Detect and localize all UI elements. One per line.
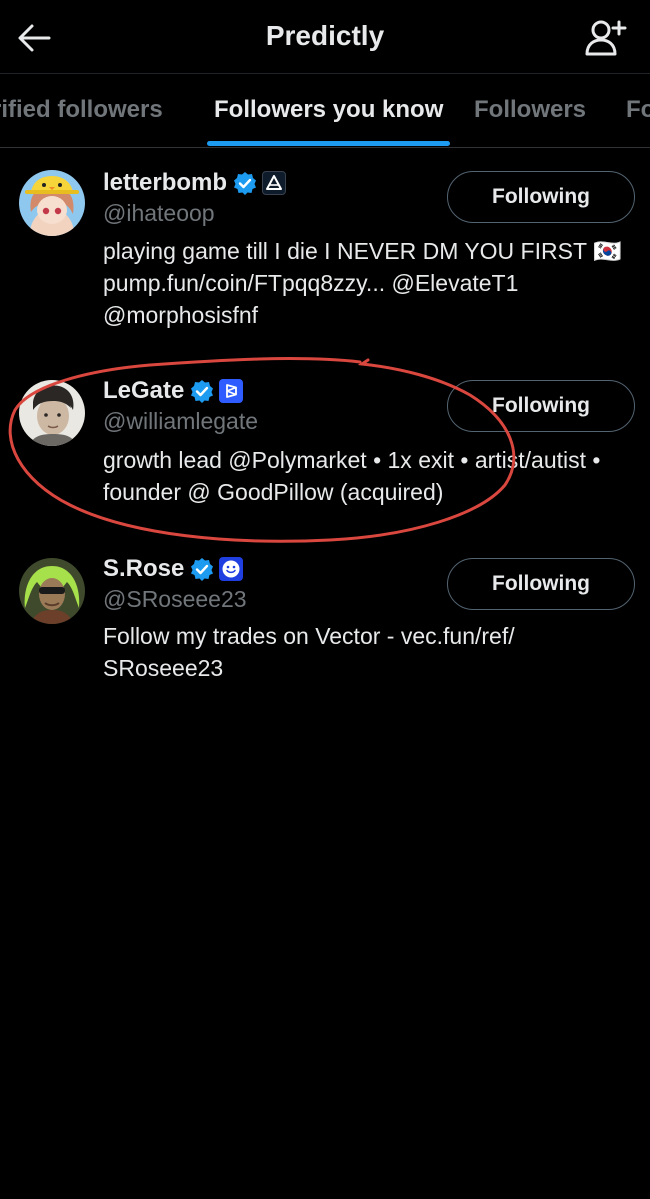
add-user-button[interactable] <box>584 16 628 60</box>
avatar[interactable] <box>19 170 85 236</box>
avatar[interactable] <box>19 380 85 446</box>
smiley-logo-icon <box>219 557 244 581</box>
display-name[interactable]: LeGate <box>103 377 184 405</box>
user-bio: playing game till I die I NEVER DM YOU F… <box>103 238 622 328</box>
page-title: Predictly <box>265 20 385 51</box>
verified-badge-icon <box>190 379 214 403</box>
name-line: letterbomb <box>103 168 287 198</box>
page: Predictly rified followers Followers you… <box>0 0 650 1199</box>
tab-followers[interactable]: Followers <box>474 96 586 124</box>
add-user-icon <box>585 20 627 56</box>
user-row[interactable]: LeGate @williamlegate growth lead @Polym… <box>0 358 650 538</box>
following-button[interactable]: Following <box>447 171 635 223</box>
top-bar: Predictly <box>0 0 650 74</box>
user-bio: Follow my trades on Vector - vec.fun/ref… <box>103 623 515 681</box>
following-button[interactable]: Following <box>447 558 635 610</box>
triangle-logo-icon <box>262 171 287 195</box>
user-handle[interactable]: @ihateoop <box>103 200 215 227</box>
tab-verified-followers[interactable]: rified followers <box>0 96 163 124</box>
user-bio: growth lead @Polymarket • 1x exit • arti… <box>103 447 601 505</box>
verified-badge-icon <box>233 171 257 195</box>
name-line: S.Rose <box>103 554 244 584</box>
polymarket-logo-icon <box>219 379 244 403</box>
user-handle[interactable]: @williamlegate <box>103 408 258 435</box>
avatar[interactable] <box>19 558 85 624</box>
verified-badge-icon <box>190 557 214 581</box>
name-line: LeGate <box>103 376 244 406</box>
active-tab-indicator <box>207 141 450 146</box>
tab-following[interactable]: Fo <box>626 96 650 124</box>
tab-followers-you-know[interactable]: Followers you know <box>214 96 443 124</box>
display-name[interactable]: letterbomb <box>103 169 227 197</box>
user-row[interactable]: letterbomb @ihateoop playing game till I… <box>0 148 650 358</box>
display-name[interactable]: S.Rose <box>103 555 184 583</box>
user-handle[interactable]: @SRoseee23 <box>103 586 247 613</box>
user-row[interactable]: S.Rose @SRoseee23 Follow my trades on Ve… <box>0 538 650 708</box>
following-button[interactable]: Following <box>447 380 635 432</box>
tab-bar: rified followers Followers you know Foll… <box>0 74 650 148</box>
